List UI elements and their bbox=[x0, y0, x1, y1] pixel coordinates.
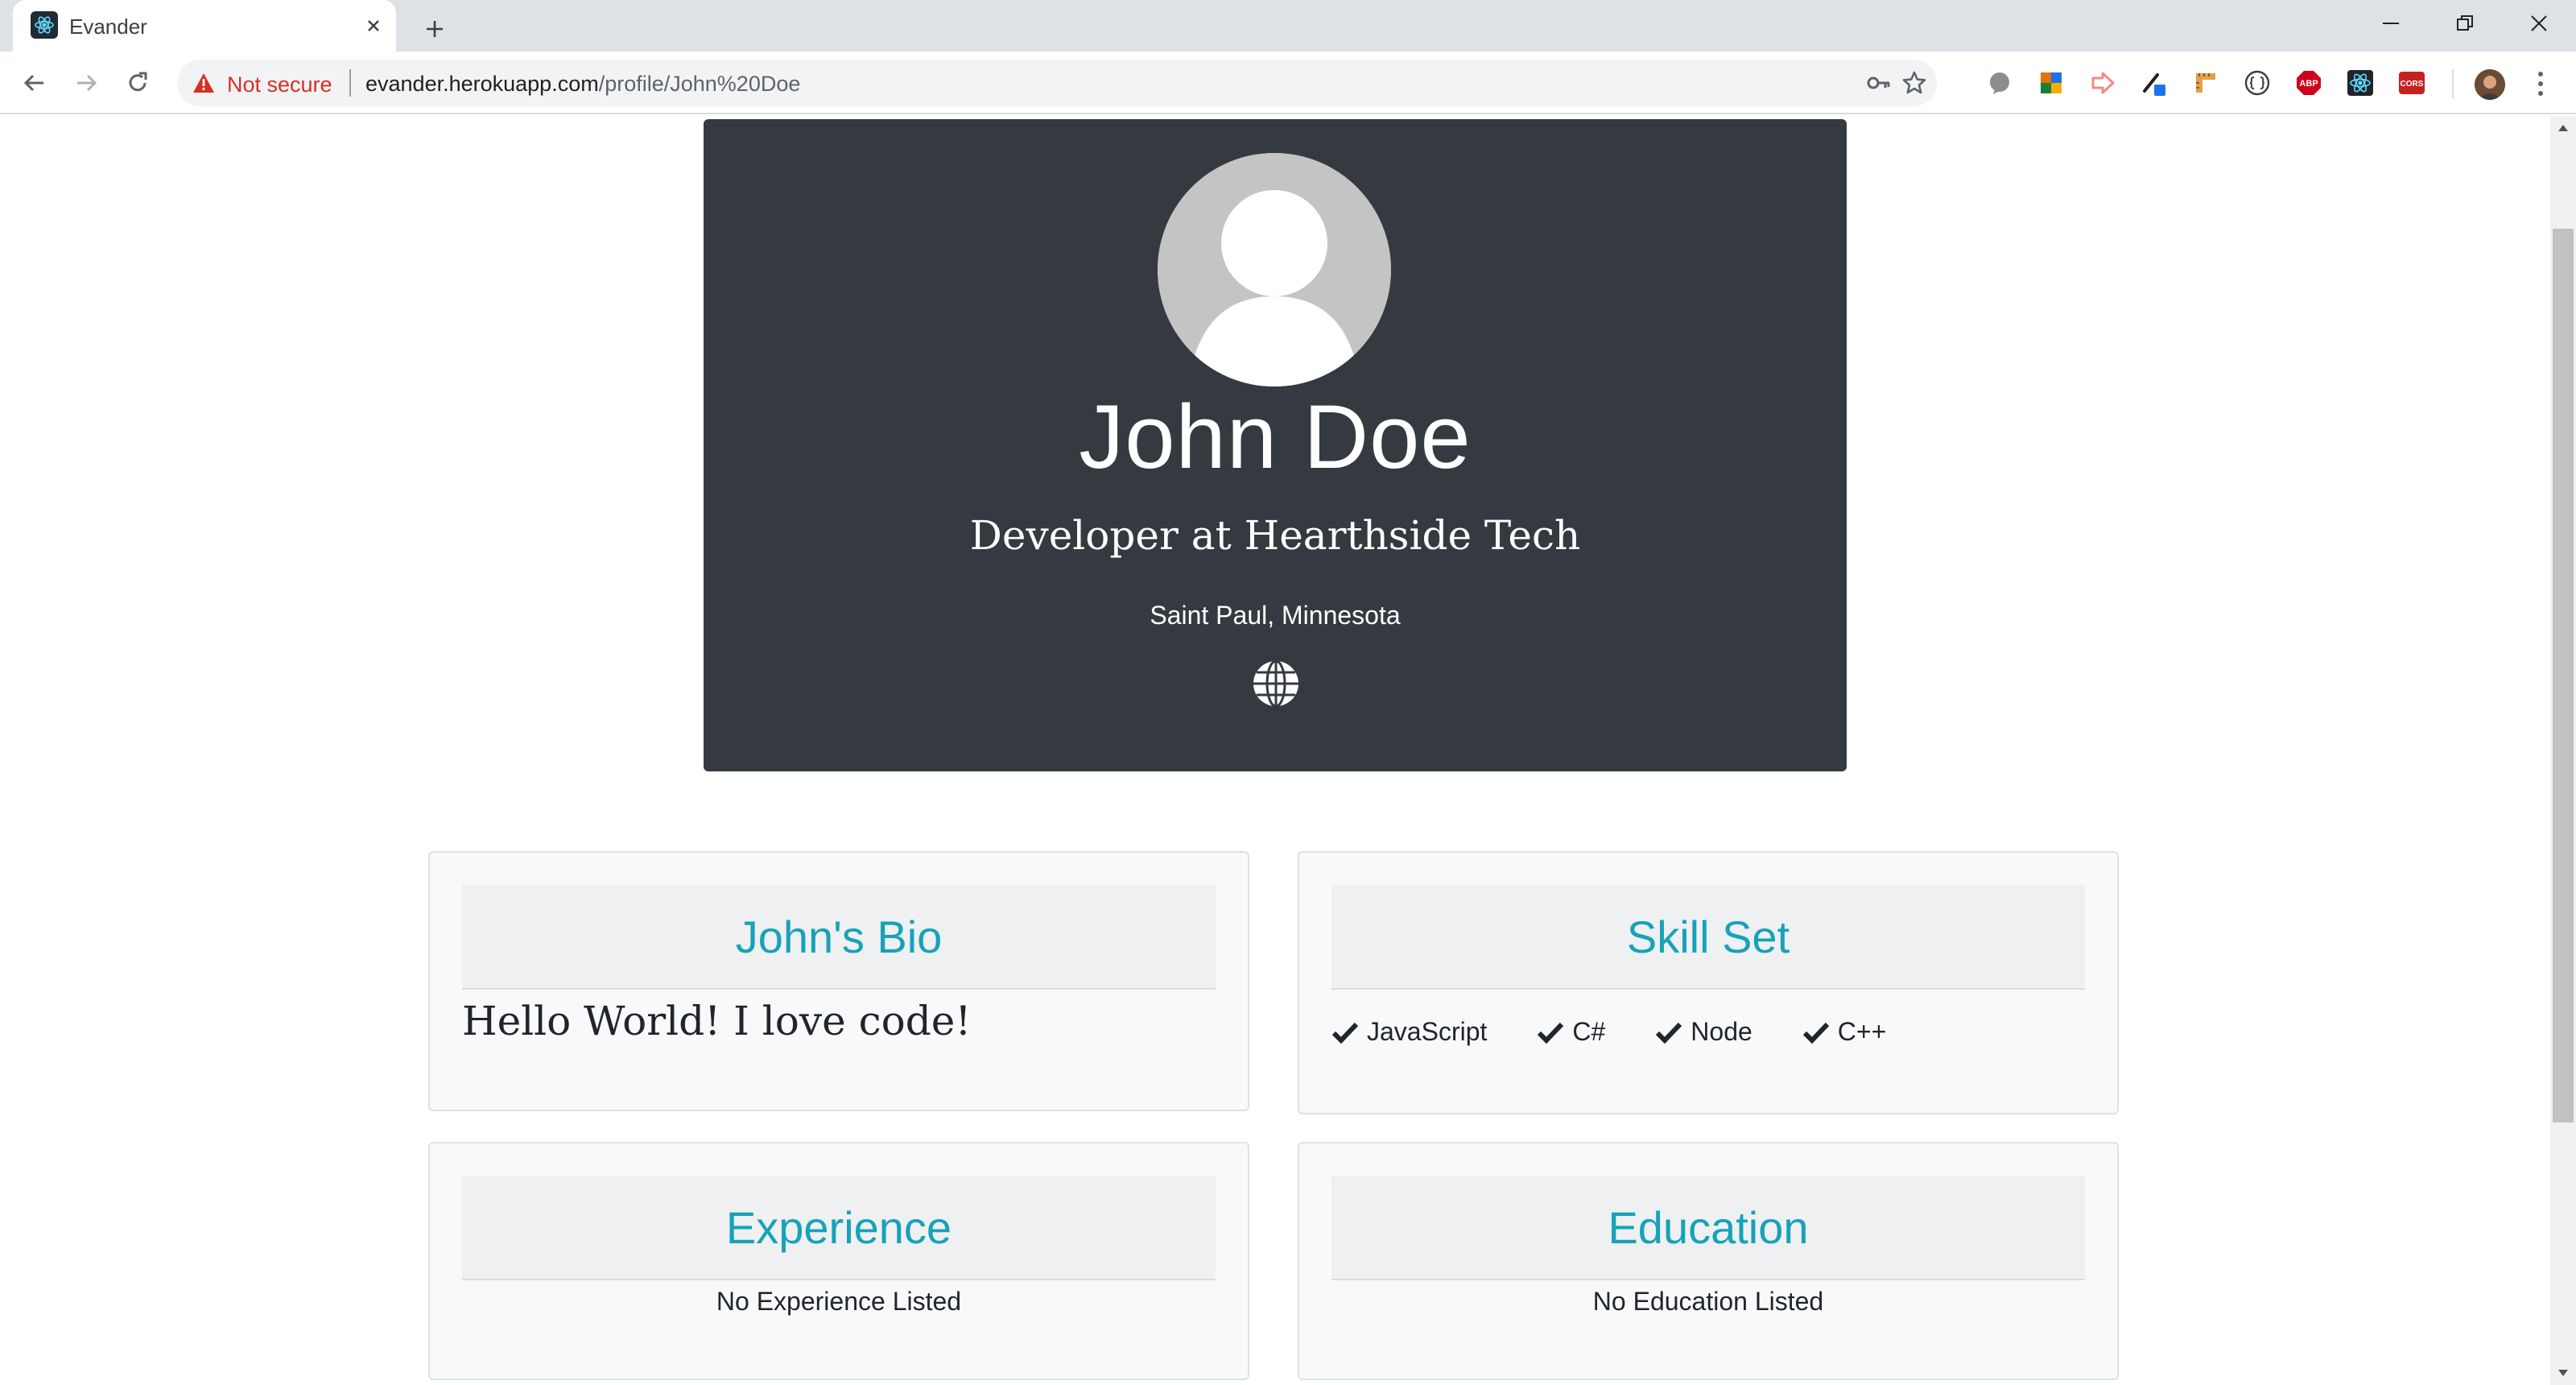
warning-triangle-icon bbox=[193, 73, 214, 93]
skills-list: JavaScript C# Node C++ bbox=[1331, 1017, 1886, 1047]
profile-hero: John Doe Developer at Hearthside Tech Sa… bbox=[704, 119, 1847, 771]
bio-card-header: John's Bio bbox=[462, 885, 1216, 990]
address-bar[interactable]: Not secure evander.herokuapp.com/profile… bbox=[177, 60, 1937, 106]
skills-title: Skill Set bbox=[1626, 911, 1790, 962]
minimize-icon[interactable] bbox=[2354, 0, 2428, 47]
skills-card-header: Skill Set bbox=[1331, 885, 2085, 990]
profile-role: Developer at Hearthside Tech bbox=[969, 512, 1581, 559]
cors-extension-icon[interactable]: CORS bbox=[2397, 68, 2426, 97]
skill-label: C++ bbox=[1837, 1017, 1887, 1046]
browser-tab[interactable]: Evander bbox=[13, 0, 396, 52]
tab-close-icon[interactable] bbox=[357, 10, 390, 42]
profile-name: John Doe bbox=[1079, 387, 1472, 487]
arrow-extension-icon[interactable] bbox=[2088, 68, 2117, 97]
back-arrow-icon[interactable] bbox=[14, 63, 55, 103]
ruler-extension-icon[interactable] bbox=[2191, 68, 2220, 97]
svg-text:ABP: ABP bbox=[2299, 79, 2318, 89]
checkmark-icon bbox=[1802, 1022, 1829, 1044]
skill-item: C++ bbox=[1802, 1017, 1886, 1047]
checkmark-icon bbox=[1656, 1022, 1682, 1044]
react-devtools-icon[interactable] bbox=[2346, 68, 2375, 97]
adblock-plus-icon[interactable]: ABP bbox=[2294, 68, 2323, 97]
checkmark-icon bbox=[1331, 1022, 1359, 1044]
forward-arrow-icon[interactable] bbox=[66, 63, 106, 103]
eyedropper-extension-icon[interactable] bbox=[2140, 68, 2169, 97]
skill-item: Node bbox=[1655, 1017, 1752, 1047]
toolbar-divider bbox=[2452, 69, 2454, 98]
experience-empty-text: No Experience Listed bbox=[716, 1287, 962, 1316]
react-favicon-icon bbox=[31, 11, 58, 39]
scroll-down-arrow-icon[interactable] bbox=[2550, 1361, 2576, 1385]
profile-avatar-icon[interactable] bbox=[2475, 69, 2505, 100]
reload-icon[interactable] bbox=[118, 63, 158, 103]
bio-title: John's Bio bbox=[735, 911, 943, 962]
chat-extension-icon[interactable] bbox=[1985, 68, 2014, 97]
scroll-up-arrow-icon[interactable] bbox=[2550, 116, 2576, 140]
colorful-blocks-extension-icon[interactable] bbox=[2037, 68, 2066, 97]
profile-location: Saint Paul, Minnesota bbox=[1150, 601, 1401, 630]
education-empty-text: No Education Listed bbox=[1592, 1287, 1824, 1316]
bio-card: John's Bio Hello World! I love code! bbox=[428, 851, 1249, 1111]
education-title: Education bbox=[1608, 1201, 1809, 1253]
browser-menu-icon[interactable] bbox=[2526, 68, 2555, 100]
restore-icon[interactable] bbox=[2428, 0, 2502, 47]
url-text[interactable]: evander.herokuapp.com/profile/John%20Doe bbox=[365, 72, 800, 97]
skill-item: C# bbox=[1537, 1017, 1605, 1047]
experience-card-header: Experience bbox=[462, 1176, 1216, 1280]
tab-strip: Evander bbox=[0, 0, 2576, 52]
url-host: evander.herokuapp.com bbox=[365, 72, 599, 96]
bookmark-star-icon[interactable] bbox=[1900, 68, 1929, 97]
education-card: Education No Education Listed bbox=[1298, 1142, 2119, 1380]
new-tab-plus-icon[interactable] bbox=[415, 10, 454, 48]
skills-card: Skill Set JavaScript C# Node C++ bbox=[1298, 851, 2119, 1114]
omnibox-divider bbox=[349, 69, 351, 97]
globe-icon[interactable] bbox=[1251, 659, 1301, 709]
browser-toolbar: Not secure evander.herokuapp.com/profile… bbox=[0, 52, 2576, 114]
vertical-scrollbar[interactable] bbox=[2550, 116, 2576, 1385]
password-key-icon[interactable] bbox=[1864, 68, 1893, 97]
checkmark-icon bbox=[1538, 1022, 1564, 1044]
skill-item: JavaScript bbox=[1331, 1017, 1487, 1047]
skill-label: Node bbox=[1690, 1017, 1752, 1046]
scrollbar-thumb[interactable] bbox=[2553, 229, 2574, 1122]
skill-label: C# bbox=[1572, 1017, 1606, 1046]
user-avatar-icon bbox=[1158, 153, 1391, 387]
tab-title: Evander bbox=[69, 14, 147, 39]
close-window-icon[interactable] bbox=[2502, 0, 2576, 47]
json-braces-extension-icon[interactable] bbox=[2243, 68, 2272, 97]
skill-label: JavaScript bbox=[1367, 1017, 1488, 1046]
bio-text: Hello World! I love code! bbox=[462, 998, 972, 1044]
svg-text:CORS: CORS bbox=[2401, 80, 2424, 89]
experience-card: Experience No Experience Listed bbox=[428, 1142, 1249, 1380]
security-label[interactable]: Not secure bbox=[227, 72, 332, 97]
page-viewport: John Doe Developer at Hearthside Tech Sa… bbox=[0, 116, 2550, 1385]
experience-title: Experience bbox=[725, 1201, 952, 1253]
education-card-header: Education bbox=[1331, 1176, 2085, 1280]
url-path: /profile/John%20Doe bbox=[598, 72, 801, 96]
